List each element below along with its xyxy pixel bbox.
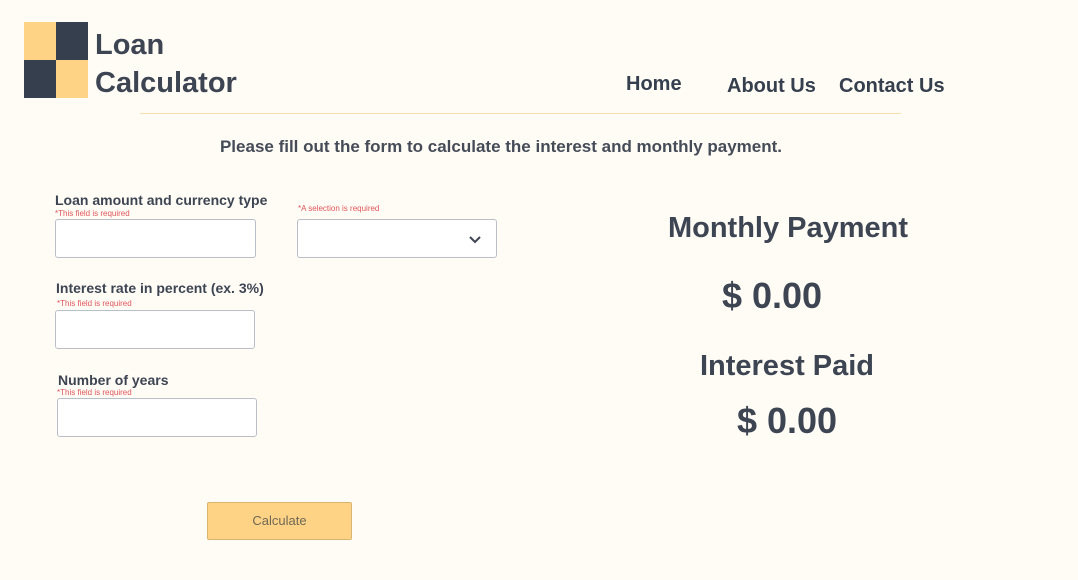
nav-contact-link[interactable]: Contact Us [839,75,945,98]
interest-rate-label: Interest rate in percent (ex. 3%) [56,280,264,296]
logo [24,22,88,98]
interest-rate-required: *This field is required [57,299,132,308]
instructions-text: Please fill out the form to calculate th… [219,137,783,156]
calculate-button[interactable]: Calculate [207,502,352,540]
logo-square-yellow [56,60,88,98]
logo-square-dark [56,22,88,60]
monthly-payment-title: Monthly Payment [667,212,909,244]
interest-paid-title: Interest Paid [699,350,875,382]
interest-paid-value: $ 0.00 [736,400,838,441]
loan-amount-input[interactable] [55,219,256,258]
header-divider [140,113,901,114]
brand-line-1: Loan [95,29,165,61]
chevron-down-icon [468,232,482,250]
currency-select[interactable] [297,219,497,258]
loan-amount-required: *This field is required [55,209,130,218]
monthly-payment-value: $ 0.00 [721,275,823,316]
brand-title: Loan Calculator [95,26,237,102]
years-input[interactable] [57,398,257,437]
years-label: Number of years [58,372,169,388]
brand-line-2: Calculator [95,67,237,99]
years-required: *This field is required [57,388,132,397]
logo-square-yellow [24,22,56,60]
logo-square-dark [24,60,56,98]
nav-about-link[interactable]: About Us [727,75,816,98]
interest-rate-input[interactable] [55,310,255,349]
nav-home-link[interactable]: Home [626,73,682,96]
loan-amount-label: Loan amount and currency type [55,192,268,208]
currency-required: *A selection is required [298,204,380,213]
